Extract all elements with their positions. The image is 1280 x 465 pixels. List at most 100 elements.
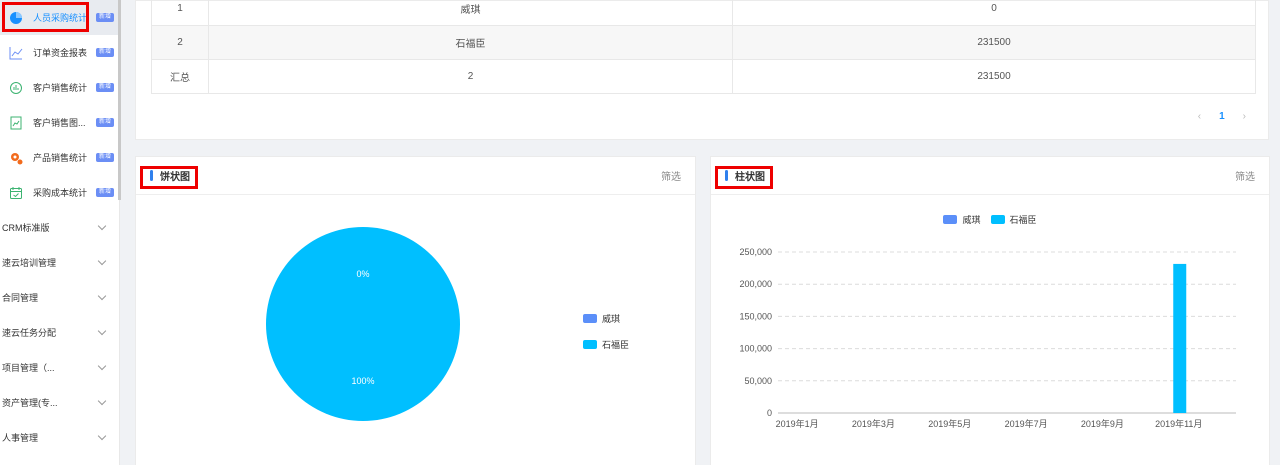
- table-row-total: 汇总 2 231500: [151, 59, 1256, 94]
- legend-item[interactable]: 石福臣: [990, 213, 1037, 226]
- card-header: 饼状图 筛选: [136, 157, 695, 195]
- table-cell-amount: 231500: [732, 25, 1256, 60]
- pie-slice-label: 100%: [351, 376, 374, 386]
- chevron-down-icon: [97, 396, 107, 406]
- sidebar-group-label: 速云任务分配: [2, 328, 57, 338]
- sidebar-item-label: 产品销售统计: [33, 153, 88, 163]
- pie-slice: [266, 227, 460, 421]
- sidebar-group-contracts[interactable]: 合同管理: [0, 280, 119, 315]
- sidebar-item-product-sales-stats[interactable]: 产品销售统计 新增: [0, 140, 119, 175]
- summary-table: 1 威琪 0 2 石福臣 231500 汇总 2 231500: [151, 0, 1256, 94]
- table-row: 1 威琪 0: [151, 0, 1256, 26]
- legend-item[interactable]: 威琪: [583, 312, 629, 325]
- sidebar-group-projects[interactable]: 项目管理（...: [0, 350, 119, 385]
- legend-swatch: [990, 215, 1005, 224]
- sidebar-group-label: 合同管理: [2, 293, 39, 303]
- pie-slice-label: 0%: [356, 269, 369, 279]
- legend-label: 石福臣: [1009, 215, 1037, 225]
- y-tick-label: 200,000: [739, 279, 772, 289]
- y-tick-label: 50,000: [744, 376, 772, 386]
- chevron-down-icon: [97, 256, 107, 266]
- gear-icon: [8, 150, 24, 166]
- legend-item[interactable]: 威琪: [943, 213, 981, 226]
- title-accent-bar: [150, 170, 153, 181]
- legend-swatch: [583, 314, 597, 323]
- y-tick-label: 100,000: [739, 344, 772, 354]
- sidebar-item-label: 客户销售统计: [33, 83, 88, 93]
- sidebar-group-training[interactable]: 速云培训管理: [0, 245, 119, 280]
- sidebar-item-order-funds-report[interactable]: 订单资金报表 新增: [0, 35, 119, 70]
- sidebar-item-customer-sales-chart[interactable]: 客户销售图... 新增: [0, 105, 119, 140]
- card-header: 柱状图 筛选: [711, 157, 1269, 195]
- sidebar-scrollbar[interactable]: [118, 0, 121, 200]
- sidebar-group-tasks[interactable]: 速云任务分配: [0, 315, 119, 350]
- sidebar-group-label: 项目管理（...: [2, 363, 55, 373]
- filter-button[interactable]: 筛选: [1235, 168, 1255, 183]
- title-accent-bar: [725, 170, 728, 181]
- sidebar-item-label: 客户销售图...: [33, 118, 86, 128]
- legend-label: 威琪: [962, 215, 981, 225]
- sidebar-group-assets[interactable]: 资产管理(专...: [0, 385, 119, 420]
- x-tick-label: 2019年9月: [1081, 418, 1124, 429]
- sidebar-item-label: 人员采购统计: [33, 13, 88, 23]
- new-badge: 新增: [96, 153, 115, 162]
- table-cell-amount: 0: [732, 0, 1256, 26]
- report-icon: [8, 115, 24, 131]
- pagination: ‹ 1 ›: [1198, 111, 1246, 122]
- sidebar-group-label: 资产管理(专...: [2, 398, 58, 408]
- x-tick-label: 2019年5月: [928, 418, 971, 429]
- legend-label: 威琪: [602, 314, 621, 324]
- pie-card-title: 饼状图: [160, 172, 190, 183]
- bar-card-title: 柱状图: [735, 172, 765, 183]
- bar-chart-card: 柱状图 筛选 威琪 石福臣 0 50,000 100,000 150,000 200,0…: [710, 156, 1270, 465]
- legend-swatch: [583, 340, 597, 349]
- table-cell-name: 2: [208, 59, 733, 94]
- table-cell-index: 1: [151, 0, 209, 26]
- card-title: 饼状图: [150, 168, 190, 183]
- chevron-down-icon: [97, 431, 107, 441]
- sidebar-group-label: 速云培训管理: [2, 258, 57, 268]
- filter-button[interactable]: 筛选: [661, 168, 681, 183]
- x-tick-label: 2019年11月: [1155, 418, 1202, 429]
- chevron-down-icon: [97, 221, 107, 231]
- y-tick-label: 0: [767, 408, 772, 418]
- sidebar-group-hr[interactable]: 人事管理: [0, 420, 119, 455]
- y-tick-label: 150,000: [739, 311, 772, 321]
- circle-chart-icon: [8, 80, 24, 96]
- legend-label: 石福臣: [602, 340, 630, 350]
- table-cell-name: 石福臣: [208, 25, 733, 60]
- chevron-down-icon: [97, 291, 107, 301]
- chevron-down-icon: [97, 326, 107, 336]
- x-tick-label: 2019年7月: [1005, 418, 1048, 429]
- pie-legend: 威琪 石福臣: [583, 312, 629, 364]
- new-badge: 新增: [96, 48, 115, 57]
- legend-swatch: [943, 215, 958, 224]
- pie-chart-card: 饼状图 筛选 0% 100% 威琪 石福臣: [135, 156, 696, 465]
- table-row: 2 石福臣 231500: [151, 25, 1256, 60]
- new-badge: 新增: [96, 13, 115, 22]
- next-page-button[interactable]: ›: [1243, 111, 1246, 122]
- x-tick-label: 2019年1月: [776, 418, 819, 429]
- sidebar-item-label: 订单资金报表: [33, 48, 88, 58]
- x-tick-label: 2019年3月: [852, 418, 895, 429]
- sidebar-group-label: 人事管理: [2, 433, 39, 443]
- page-number-current[interactable]: 1: [1219, 111, 1225, 122]
- sidebar-item-label: 采购成本统计: [33, 188, 88, 198]
- bar-legend: 威琪 石福臣: [711, 213, 1269, 226]
- legend-item[interactable]: 石福臣: [583, 338, 629, 351]
- pie-chart-icon: [8, 10, 24, 26]
- sidebar-item-customer-sales-stats[interactable]: 客户销售统计 新增: [0, 70, 119, 105]
- bar-chart-canvas: 0 50,000 100,000 150,000 200,000 250,000 2019年…: [739, 247, 1236, 429]
- new-badge: 新增: [96, 118, 115, 127]
- table-cell-index: 2: [151, 25, 209, 60]
- table-cell-name: 威琪: [208, 0, 733, 26]
- sidebar-item-personnel-purchase-stats[interactable]: 人员采购统计 新增: [0, 0, 119, 35]
- sidebar-group-crm[interactable]: CRM标准版: [0, 210, 119, 245]
- new-badge: 新增: [96, 83, 115, 92]
- new-badge: 新增: [96, 188, 115, 197]
- sidebar-group-label: CRM标准版: [2, 223, 50, 233]
- sidebar-item-purchase-cost-stats[interactable]: 采购成本统计 新增: [0, 175, 119, 210]
- line-chart-icon: [8, 45, 24, 61]
- prev-page-button[interactable]: ‹: [1198, 111, 1201, 122]
- chevron-down-icon: [97, 361, 107, 371]
